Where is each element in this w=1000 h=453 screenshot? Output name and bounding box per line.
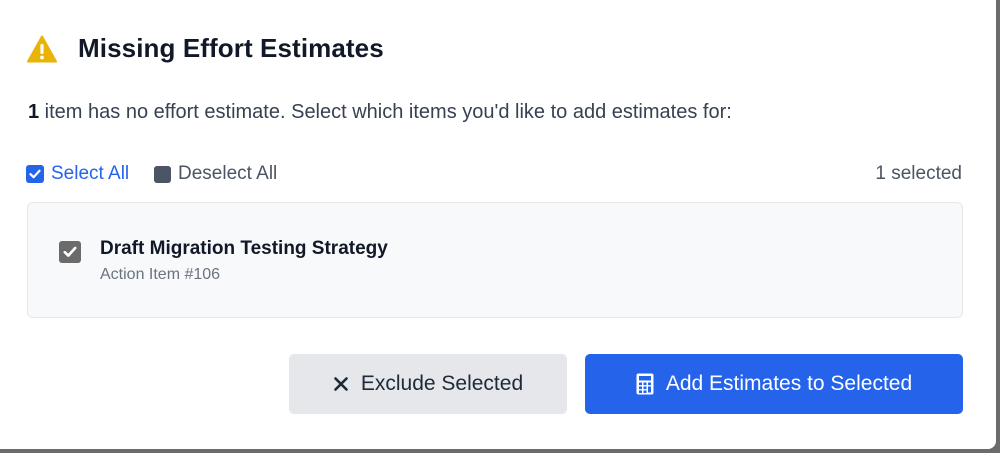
- calculator-icon: [636, 373, 654, 395]
- exclude-selected-label: Exclude Selected: [360, 372, 524, 395]
- selected-count: 1 selected: [875, 163, 962, 184]
- select-all-label: Select All: [51, 163, 130, 184]
- item-list: Draft Migration Testing Strategy Action …: [27, 202, 963, 318]
- check-icon: [63, 246, 77, 257]
- missing-count: 1: [28, 101, 40, 123]
- square-icon: [154, 165, 171, 183]
- dialog-title: Missing Effort Estimates: [78, 33, 384, 63]
- description-text: item has no effort estimate. Select whic…: [39, 101, 732, 123]
- exclude-selected-button[interactable]: Exclude Selected: [289, 354, 567, 414]
- dialog-description: 1 item has no effort estimate. Select wh…: [28, 101, 732, 124]
- deselect-all-label: Deselect All: [178, 163, 278, 184]
- deselect-all-button[interactable]: Deselect All: [154, 163, 277, 185]
- close-icon: [334, 377, 348, 391]
- warning-icon: [27, 35, 57, 63]
- item-title: Draft Migration Testing Strategy: [100, 238, 388, 259]
- item-subtitle: Action Item #106: [100, 266, 221, 283]
- add-estimates-label: Add Estimates to Selected: [665, 372, 913, 395]
- checkbox-checked-icon: [26, 165, 44, 183]
- select-all-button[interactable]: Select All: [26, 163, 129, 185]
- add-estimates-button[interactable]: Add Estimates to Selected: [585, 354, 963, 414]
- item-checkbox[interactable]: [59, 241, 81, 263]
- dialog-header: Missing Effort Estimates: [27, 33, 384, 64]
- missing-estimates-dialog: Missing Effort Estimates 1 item has no e…: [0, 0, 996, 449]
- selection-controls: Select All Deselect All 1 selected: [26, 163, 962, 187]
